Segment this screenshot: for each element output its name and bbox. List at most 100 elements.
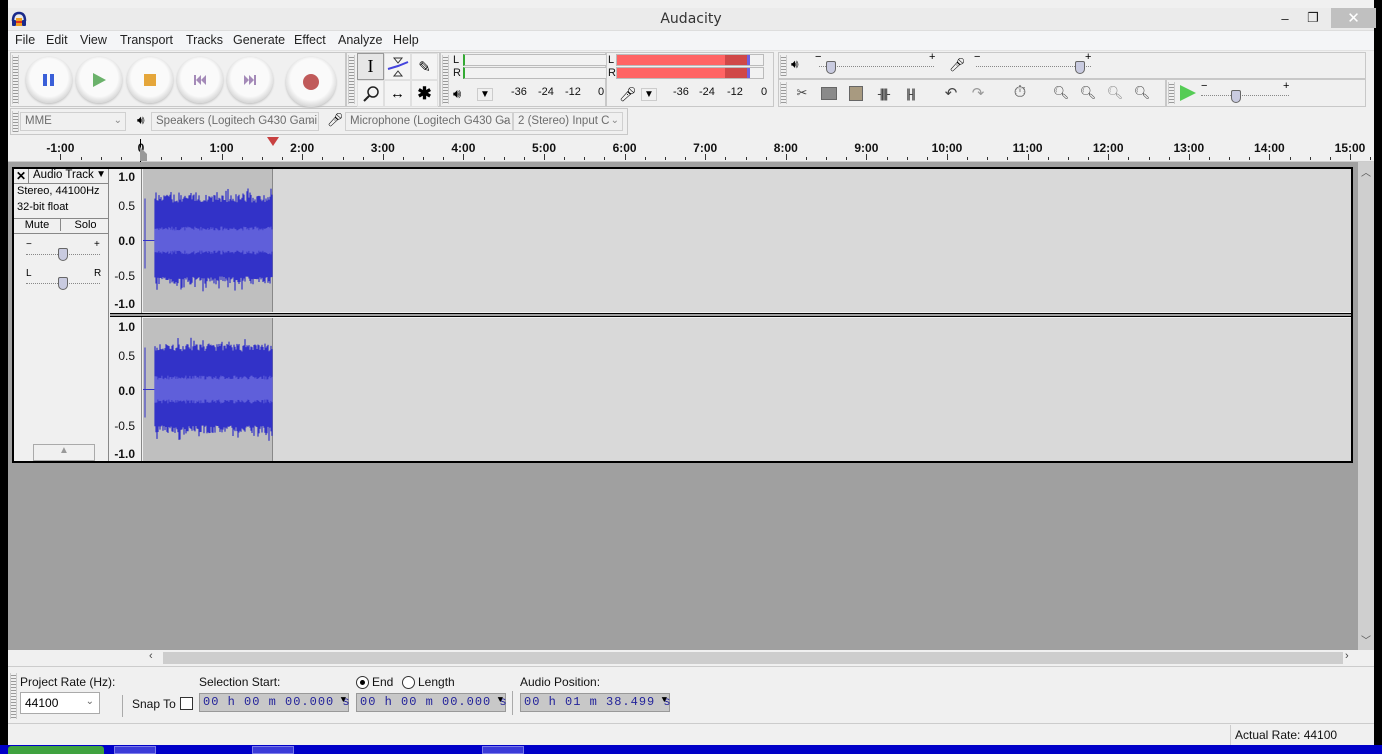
audio-clip[interactable] [143,169,273,312]
ruler-tick-mark [161,157,163,160]
gain-slider-thumb[interactable] [58,248,68,261]
ruler-tick-mark [866,154,868,160]
minimize-button[interactable]: – [1270,8,1300,28]
output-device-dropdown[interactable]: Speakers (Logitech G430 Gami ⌄ [151,112,319,131]
menu-view[interactable]: View [80,33,107,47]
scroll-right-icon[interactable]: › [1345,650,1349,662]
ruler-tick-label: -1:00 [46,141,75,155]
stop-icon [144,74,156,86]
toolbar-grip[interactable] [780,55,787,76]
menu-analyze[interactable]: Analyze [338,33,382,47]
solo-button[interactable]: Solo [62,219,109,231]
zoom-in-button[interactable]: 🔍︎ [1048,80,1074,106]
redo-button[interactable]: ↷ [965,80,991,106]
toolbar-grip[interactable] [12,55,19,104]
cut-button[interactable]: ✂ [789,80,815,106]
selection-end-field[interactable]: 00 h 00 m 00.000 s ▼ [356,693,507,712]
horizontal-scroll-thumb[interactable] [163,652,1343,664]
toolbar-grip[interactable] [780,82,787,104]
mute-button[interactable]: Mute [14,219,61,231]
skip-to-end-button[interactable] [227,57,273,103]
zoom-out-button[interactable]: 🔍︎ [1075,80,1101,106]
audio-clip[interactable] [143,318,273,461]
vertical-scrollbar[interactable]: ︿ ﹀ [1358,162,1374,650]
track-name-menu[interactable]: Audio Track ▼ [30,169,108,184]
close-track-button[interactable]: ✕ [14,169,29,184]
pause-button[interactable] [26,57,72,103]
zoom-tool-button[interactable] [357,80,384,107]
pan-slider-thumb[interactable] [58,277,68,290]
play-at-speed-button[interactable] [1179,84,1197,105]
record-volume-slider[interactable] [976,66,1091,67]
scroll-down-icon[interactable]: ﹀ [1361,632,1371,647]
envelope-tool-button[interactable] [384,53,411,80]
silence-button[interactable]: ||-|| [897,80,923,106]
play-at-speed-toolbar: − + [1166,79,1366,107]
menu-transport[interactable]: Transport [120,33,173,47]
play-speed-thumb[interactable] [1231,90,1242,103]
toolbar-grip[interactable] [10,673,17,719]
taskbar-item[interactable] [482,746,524,754]
menu-tracks[interactable]: Tracks [186,33,223,47]
menu-edit[interactable]: Edit [46,33,68,47]
selection-tool-button[interactable]: I [357,53,384,80]
vruler-label: 0.0 [118,234,135,248]
time-shift-tool-button[interactable]: ↔ [384,80,411,107]
menu-effect[interactable]: Effect [294,33,326,47]
fit-selection-button[interactable]: 🔍︎ [1102,80,1128,106]
toolbar-grip[interactable] [442,55,449,104]
audio-position-field[interactable]: 00 h 01 m 38.499 s ▼ [520,693,671,712]
fit-project-button[interactable]: 🔍︎ [1129,80,1155,106]
end-radio[interactable] [356,676,369,689]
vruler-label: 0.5 [118,199,135,213]
undo-button[interactable]: ↶ [938,80,964,106]
input-channels-dropdown[interactable]: 2 (Stereo) Input C ⌄ [513,112,623,131]
record-meter-right[interactable] [616,67,764,79]
play-button[interactable] [76,57,122,103]
audio-host-dropdown[interactable]: MME ⌄ [20,112,126,131]
maximize-button[interactable]: ❐ [1298,8,1328,28]
length-radio[interactable] [402,676,415,689]
sync-lock-button[interactable]: ⏱ [1007,80,1033,106]
snap-to-checkbox[interactable] [180,697,193,710]
record-button[interactable] [286,57,336,107]
waveform-right-channel[interactable] [143,318,1351,461]
toolbar-grip[interactable] [1168,82,1175,104]
record-volume-thumb[interactable] [1074,61,1085,74]
start-button[interactable] [8,746,104,754]
close-button[interactable]: ✕ [1331,8,1376,28]
paste-button[interactable] [843,80,869,106]
playback-meter-right[interactable] [463,67,608,79]
taskbar-item[interactable] [114,746,156,754]
draw-tool-button[interactable]: ✎ [411,53,438,80]
toolbar-grip[interactable] [12,111,19,132]
playback-meter-left[interactable] [463,54,608,66]
scroll-left-icon[interactable]: ‹ [149,650,153,662]
record-meter-menu-button[interactable]: ▼ [641,88,657,101]
toolbar-grip[interactable] [348,55,355,104]
waveform-left-channel[interactable] [143,169,1351,312]
playback-volume-thumb[interactable] [825,61,836,74]
timeline-ruler[interactable]: -1:0001:002:003:004:005:006:007:008:009:… [8,137,1374,162]
menu-file[interactable]: File [15,33,35,47]
scroll-up-icon[interactable]: ︿ [1361,164,1371,179]
mute-solo-row: Mute Solo [14,218,109,234]
draw-tool-icon: ✎ [418,58,431,76]
playback-volume-slider[interactable] [819,66,934,67]
play-speed-slider[interactable] [1201,95,1289,96]
copy-button[interactable] [816,80,842,106]
multi-tool-button[interactable]: ✱ [411,80,438,107]
input-device-dropdown[interactable]: Microphone (Logitech G430 Ga ⌄ [345,112,513,131]
menu-help[interactable]: Help [393,33,419,47]
menu-generate[interactable]: Generate [233,33,285,47]
project-rate-dropdown[interactable]: 44100 ⌄ [20,692,100,714]
selection-start-field[interactable]: 00 h 00 m 00.000 s ▼ [199,693,350,712]
playback-meter-menu-button[interactable]: ▼ [477,88,493,101]
taskbar-item[interactable] [252,746,294,754]
trim-button[interactable]: -|||||- [870,80,896,106]
stop-button[interactable] [127,57,173,103]
collapse-track-button[interactable]: ▲ [33,444,95,461]
horizontal-scrollbar[interactable]: ‹ › [8,650,1374,666]
skip-to-start-button[interactable] [177,57,223,103]
record-meter-left[interactable] [616,54,764,66]
